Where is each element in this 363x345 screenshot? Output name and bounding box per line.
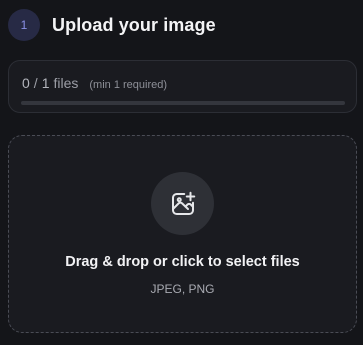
file-count-unit: files <box>53 75 79 91</box>
accepted-formats: JPEG, PNG <box>150 282 215 296</box>
min-required-note: (min 1 required) <box>89 79 168 91</box>
file-count-text: 0 / 1 files (min 1 required) <box>22 75 167 91</box>
upload-progress-card: 0 / 1 files (min 1 required) <box>8 60 357 113</box>
file-count-separator: / <box>33 75 38 91</box>
step-number-badge: 1 <box>8 9 40 41</box>
step-title: Upload your image <box>52 14 216 35</box>
file-count-total: 1 <box>41 75 50 91</box>
step-header: 1 Upload your image <box>8 9 216 41</box>
dropzone-title: Drag & drop or click to select files <box>65 254 300 270</box>
step-number: 1 <box>20 18 28 32</box>
upload-progress-bar <box>21 101 345 105</box>
image-add-icon <box>151 172 214 235</box>
file-count-current: 0 <box>22 75 30 91</box>
file-dropzone[interactable]: Drag & drop or click to select files JPE… <box>8 135 357 333</box>
upload-panel: 1 Upload your image 0 / 1 files (min 1 r… <box>0 0 363 345</box>
